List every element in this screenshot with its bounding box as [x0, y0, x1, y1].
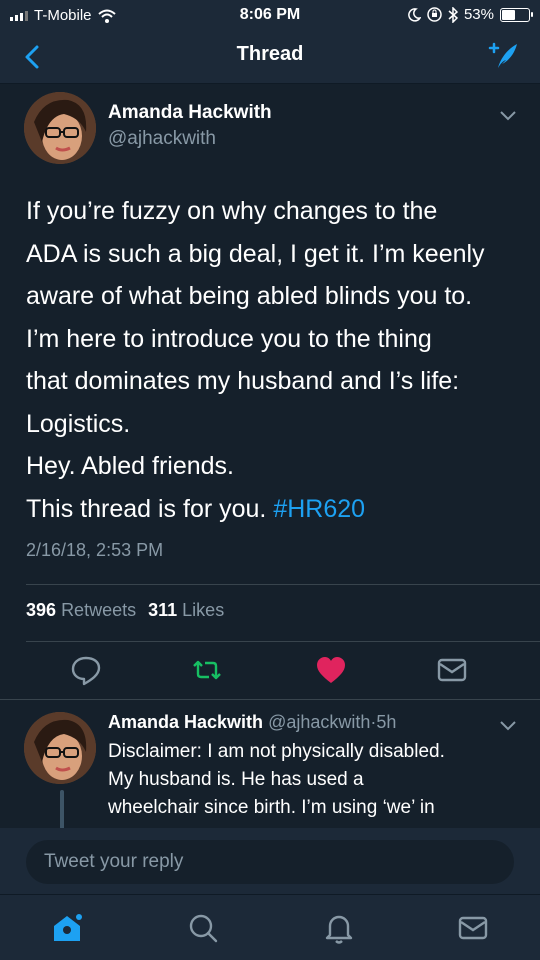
navigation-bar: Thread [0, 30, 540, 84]
orientation-lock-icon [427, 7, 442, 22]
retweets-count: 396 [26, 600, 57, 620]
tweet-text-line: I’m here to introduce you to the thing [26, 324, 432, 353]
tweet-author-name[interactable]: Amanda Hackwith [108, 102, 272, 124]
reply-text[interactable]: Disclaimer: I am not physically disabled… [108, 738, 518, 822]
moon-icon [408, 7, 421, 22]
avatar[interactable] [24, 92, 96, 164]
tweet-text-line: Hey. Abled friends. [26, 452, 234, 480]
likes-stat[interactable]: 311 Likes [148, 600, 224, 621]
home-icon[interactable] [50, 911, 84, 945]
bluetooth-icon [448, 6, 458, 23]
chevron-down-icon[interactable] [499, 110, 517, 122]
tweet-text-line: aware of what being abled blinds you to. [26, 282, 473, 310]
tweet-text: If you’re fuzzy on why changes to the AD… [26, 190, 526, 530]
retweets-label: Retweets [61, 600, 137, 620]
battery-icon [500, 7, 533, 22]
reply-header: Amanda Hackwith @ajhackwith·5h [108, 712, 396, 733]
reply-composer-bar [0, 828, 540, 894]
tweet-text-last-line: This thread is for you. #HR620 [26, 488, 526, 531]
like-heart-icon[interactable] [314, 654, 348, 686]
tweet-text-line: Logistics. [26, 409, 131, 438]
reply-author-name[interactable]: Amanda Hackwith [108, 712, 263, 732]
tweet-actions [0, 654, 540, 688]
tweet-author-handle[interactable]: @ajhackwith [108, 128, 216, 150]
likes-count: 311 [148, 600, 178, 620]
tweet-text-line: If you’re fuzzy on why changes to the [26, 197, 438, 225]
notifications-icon[interactable] [322, 911, 356, 945]
divider [26, 584, 540, 585]
reply-text-line: My husband is. He has used a [108, 769, 364, 790]
tweet-text-line: This thread is for you. [26, 494, 267, 523]
search-icon[interactable] [186, 911, 220, 945]
tweet-reply-input[interactable] [26, 840, 514, 884]
chevron-down-icon[interactable] [499, 720, 517, 732]
reply-age: 5h [376, 712, 397, 732]
reply-icon[interactable] [69, 654, 103, 686]
tweet-timestamp: 2/16/18, 2:53 PM [26, 540, 164, 560]
likes-label: Likes [182, 600, 225, 620]
reply-text-line: Disclaimer: I am not physically disabled… [108, 741, 445, 762]
hashtag-link[interactable]: #HR620 [273, 495, 365, 523]
divider [0, 699, 540, 700]
battery-percent: 53% [463, 6, 494, 23]
status-right: 53% [407, 6, 533, 23]
divider [26, 641, 540, 642]
reply-avatar[interactable] [24, 712, 96, 784]
status-bar: T-Mobile 8:06 PM 53% [0, 0, 540, 30]
retweet-icon[interactable] [190, 654, 224, 686]
share-mail-icon[interactable] [435, 654, 469, 686]
tweet-stats: 396 Retweets 311 Likes [26, 600, 224, 621]
tweet-text-line: ADA is such a big deal, I get it. I’m ke… [26, 239, 485, 268]
page-title: Thread [236, 43, 304, 65]
compose-tweet-icon[interactable] [486, 40, 520, 72]
tweet-text-line: that dominates my husband and I’s life: [26, 367, 460, 395]
tab-bar [0, 894, 540, 960]
reply-text-line: wheelchair since birth. I’m using ‘we’ i… [108, 797, 435, 818]
thread-connector-line [60, 790, 64, 830]
retweets-stat[interactable]: 396 Retweets [26, 600, 136, 621]
reply-author-handle[interactable]: @ajhackwith [268, 712, 370, 732]
messages-icon[interactable] [456, 911, 490, 945]
